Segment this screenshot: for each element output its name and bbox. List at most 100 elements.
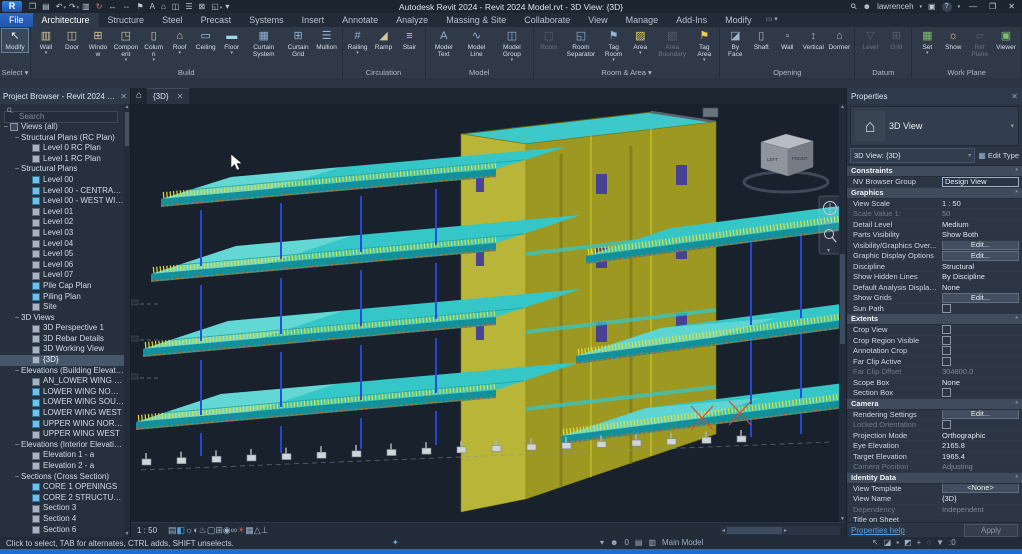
ribbon-button-curtain-grid[interactable]: ⊞Curtain Grid [283, 29, 314, 59]
browser-item-elevation-1-a[interactable]: Elevation 1 - a [0, 450, 124, 461]
browser-item-level-07[interactable]: Level 07 [0, 270, 124, 281]
browser-item-level-06[interactable]: Level 06 [0, 260, 124, 271]
ribbon-button-model-text[interactable]: AModel Text [428, 29, 460, 59]
aligned-dimension-icon[interactable]: ⇔ [122, 1, 130, 13]
browser-item-upper-wing-north[interactable]: UPPER WING NORTH [0, 419, 124, 430]
section-header-camera[interactable]: Camera* [847, 399, 1022, 410]
checkbox-far-clip-active[interactable] [942, 357, 951, 366]
ribbon-tab-structure[interactable]: Structure [99, 13, 154, 27]
search-icon[interactable]: ⚲ [848, 1, 859, 12]
customize-quick-access-icon[interactable]: ▾ [225, 1, 229, 13]
model-3d-view[interactable]: LEFT FRONT ▾ ▾ [131, 104, 846, 522]
section-header-graphics[interactable]: Graphics* [847, 188, 1022, 199]
checkbox-crop-view[interactable] [942, 325, 951, 334]
browser-item-level-00-central-core[interactable]: Level 00 - CENTRAL CORE [0, 186, 124, 197]
ribbon-tab-steel[interactable]: Steel [153, 13, 192, 27]
properties-help-link[interactable]: Properties help [851, 526, 905, 535]
scroll-up-icon[interactable]: ▲ [124, 104, 130, 110]
scroll-down-icon[interactable]: ▼ [839, 516, 846, 522]
project-browser-close-icon[interactable]: ✕ [120, 92, 127, 101]
browser-item-level-0-rc-plan[interactable]: Level 0 RC Plan [0, 143, 124, 154]
ribbon-button-floor[interactable]: ▬Floor▾ [219, 29, 245, 56]
browser-item-piling-plan[interactable]: Piling Plan [0, 292, 124, 303]
visual-style-icon[interactable]: ◧ [177, 525, 186, 535]
ribbon-button-curtain-system[interactable]: ▦Curtain System [245, 29, 283, 59]
app-store-icon[interactable]: ▣ [928, 2, 936, 11]
ribbon-button-show[interactable]: ☼Show [940, 29, 966, 52]
user-avatar-icon[interactable]: ☻ [863, 2, 871, 11]
main-model-label[interactable]: Main Model [662, 538, 703, 547]
section-header-constraints[interactable]: Constraints* [847, 166, 1022, 177]
thin-lines-icon[interactable]: ☰ [185, 1, 192, 13]
browser-item-section-6[interactable]: Section 6 [0, 525, 124, 536]
section-header-identity-data[interactable]: Identity Data* [847, 473, 1022, 484]
browser-item-structural-plans[interactable]: −Structural Plans [0, 164, 124, 175]
ribbon-button-vertical[interactable]: ↕Vertical [800, 29, 826, 52]
measure-icon[interactable]: ↔ [108, 1, 116, 13]
checkbox-section-box[interactable] [942, 388, 951, 397]
apply-button[interactable]: Apply [964, 524, 1018, 537]
browser-item-upper-wing-west[interactable]: UPPER WING WEST [0, 429, 124, 440]
switch-windows-icon[interactable]: ◱ [211, 1, 219, 13]
design-option-icon[interactable]: ▥ [648, 538, 656, 547]
filter-icon[interactable]: ▼ [936, 538, 944, 547]
restore-button[interactable]: ❐ [986, 2, 999, 11]
section-icon[interactable]: ◫ [172, 1, 180, 13]
temporary-view-properties-icon[interactable]: ▦ [245, 525, 254, 535]
instance-selector[interactable]: 3D View: {3D} ▾ [850, 148, 975, 163]
properties-close-icon[interactable]: ✕ [1011, 92, 1018, 101]
scrollbar-thumb[interactable] [125, 112, 129, 146]
browser-item-lower-wing-west[interactable]: LOWER WING WEST [0, 408, 124, 419]
expander-icon[interactable]: − [13, 366, 21, 377]
ribbon-button-model-group[interactable]: ◫Model Group▾ [493, 29, 531, 63]
undo-dropdown-icon[interactable]: ▾ [63, 5, 66, 11]
username-label[interactable]: lawrenceh [877, 2, 913, 11]
type-selector[interactable]: ⌂ 3D View ▾ [850, 106, 1019, 146]
edit-type-button[interactable]: ▦ Edit Type [978, 151, 1019, 160]
ribbon-tab-insert[interactable]: Insert [293, 13, 334, 27]
ribbon-tab-add-ins[interactable]: Add-Ins [667, 13, 716, 27]
project-browser-scrollbar[interactable]: ▲ ▼ [124, 104, 130, 537]
save-icon[interactable]: ▤ [42, 1, 50, 13]
ribbon-button-railing[interactable]: #Railing▾ [345, 29, 371, 56]
edit-button-graphic-display-options[interactable]: Edit... [942, 251, 1019, 261]
browser-item-level-1-rc-plan[interactable]: Level 1 RC Plan [0, 154, 124, 165]
expander-icon[interactable]: − [13, 472, 21, 483]
expander-icon[interactable]: − [13, 313, 21, 324]
expander-icon[interactable]: − [13, 440, 21, 451]
ribbon-tab-analyze[interactable]: Analyze [387, 13, 437, 27]
ribbon-toggle-icon[interactable]: ▭ ▾ [761, 13, 783, 27]
editable-only-icon[interactable]: ☻ [610, 538, 618, 547]
ribbon-button-wall[interactable]: ▥Wall▾ [33, 29, 59, 56]
ribbon-button-tag-room[interactable]: ⚑Tag Room▾ [600, 29, 627, 63]
workset-icon[interactable]: ▤ [635, 538, 643, 547]
scrollbar-thumb[interactable] [840, 254, 845, 344]
checkbox-annotation-crop[interactable] [942, 346, 951, 355]
ribbon-button-area[interactable]: ▨Area▾ [627, 29, 653, 56]
home-icon[interactable]: ⌂ [131, 88, 147, 104]
ribbon-tab-systems[interactable]: Systems [240, 13, 293, 27]
ribbon-button-door[interactable]: ◫Door [59, 29, 85, 52]
browser-item-lower-wing-north[interactable]: LOWER WING NORTH [0, 387, 124, 398]
unlocked-3d-view-icon[interactable]: ◉ [223, 525, 231, 535]
view-tab-3d[interactable]: {3D} ✕ [147, 88, 189, 104]
ribbon-button-mullion[interactable]: ☰Mullion [314, 29, 340, 52]
ribbon-button-dormer[interactable]: ⌂Dormer [826, 29, 852, 52]
ribbon-button-set[interactable]: ▦Set▾ [914, 29, 940, 56]
browser-item-section-4[interactable]: Section 4 [0, 514, 124, 525]
browser-item-level-01[interactable]: Level 01 [0, 207, 124, 218]
expander-icon[interactable]: − [2, 122, 10, 133]
ribbon-button-column[interactable]: ▯Column▾ [141, 29, 167, 63]
input-nv-browser-group[interactable]: Design View [942, 177, 1019, 187]
ribbon-button-room-separator[interactable]: ◱Room Separator [562, 29, 600, 59]
open-file-icon[interactable]: ❒ [29, 1, 36, 13]
browser-item-elevations-building-elevation[interactable]: −Elevations (Building Elevation) [0, 366, 124, 377]
edit-button-view-template[interactable]: <None> [942, 484, 1019, 494]
undo-icon[interactable]: ↶ [56, 1, 63, 13]
browser-item-level-04[interactable]: Level 04 [0, 239, 124, 250]
ribbon-button-viewer[interactable]: ▣Viewer [993, 29, 1019, 52]
ribbon-tab-file[interactable]: File [0, 13, 33, 27]
scroll-left-icon[interactable]: ◂ [720, 527, 727, 534]
default-3d-view-icon[interactable]: ⌂ [161, 1, 166, 13]
search-input[interactable] [4, 111, 118, 123]
